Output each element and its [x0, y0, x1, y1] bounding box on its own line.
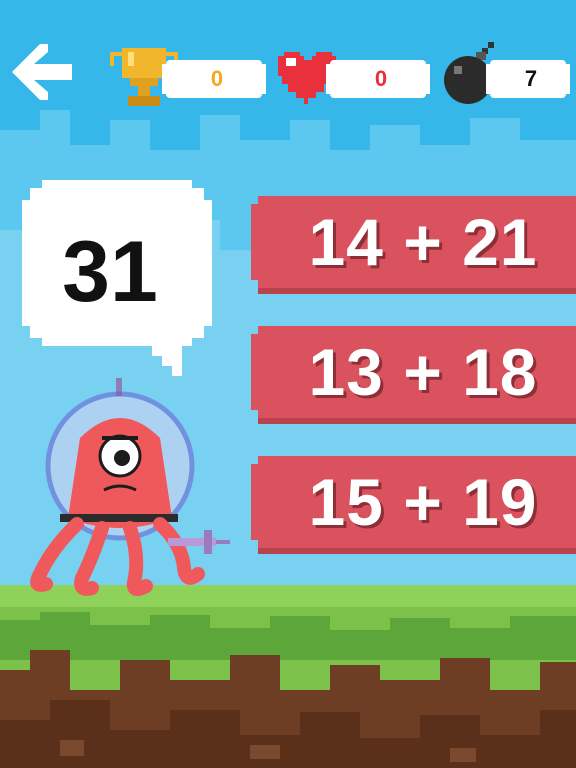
answer-button-3[interactable]: 15 + 19: [251, 456, 576, 554]
hearts-panel: 0: [326, 60, 430, 98]
bombs-panel: 7: [486, 60, 570, 98]
octopus-alien-character: [30, 378, 230, 597]
bombs-count: 7: [524, 66, 538, 91]
answer-button-1[interactable]: 14 + 21: [251, 196, 576, 294]
back-arrow-icon[interactable]: [12, 44, 76, 100]
trophy-score-panel: 0: [162, 60, 266, 98]
trophy-score: 0: [210, 66, 224, 91]
answer-button-2[interactable]: 13 + 18: [251, 326, 576, 424]
target-number: 31: [62, 224, 158, 320]
hearts-count: 0: [374, 66, 388, 91]
